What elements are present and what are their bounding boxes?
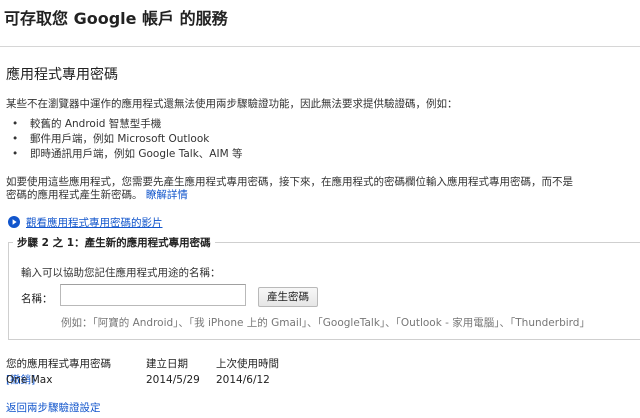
instructions-line-2-text: 密碼的應用程式產生新密碼。 xyxy=(6,189,143,201)
video-row: 觀看應用程式專用密碼的影片 xyxy=(8,216,163,230)
instructions-line-2: 密碼的應用程式產生新密碼。 瞭解詳情 xyxy=(6,189,640,202)
list-item-text: 較舊的 Android 智慧型手機 xyxy=(30,118,162,130)
list-item: • 即時通訊用戶端，例如 Google Talk、AIM 等 xyxy=(12,147,243,162)
password-name: One Max xyxy=(6,374,53,386)
step-fieldset: 步驟 2 之 1：產生新的應用程式專用密碼 輸入可以協助您記住應用程式用途的名稱… xyxy=(8,235,640,340)
watch-video-link[interactable]: 觀看應用程式專用密碼的影片 xyxy=(26,217,163,229)
bullet: • xyxy=(12,118,19,130)
table-row: One Max 2014/5/29 2014/6/12 [撤銷] xyxy=(6,372,270,388)
list-item: • 郵件用戶端，例如 Microsoft Outlook xyxy=(12,132,243,147)
step-hint: 輸入可以協助您記住應用程式用途的名稱： xyxy=(21,267,221,279)
list-item-text: 郵件用戶端，例如 Microsoft Outlook xyxy=(30,133,210,145)
play-circle-icon[interactable] xyxy=(8,216,20,228)
instructions-line-1: 如要使用這些應用程式，您需要先產生應用程式專用密碼，接下來，在應用程式的密碼欄位… xyxy=(6,176,573,188)
column-header-name: 您的應用程式專用密碼 xyxy=(6,358,111,370)
app-passwords-table: 您的應用程式專用密碼 建立日期 上次使用時間 One Max 2014/5/29… xyxy=(6,356,279,388)
column-header-created: 建立日期 xyxy=(146,358,188,370)
list-item-text: 即時通訊用戶端，例如 Google Talk、AIM 等 xyxy=(30,148,243,160)
name-examples: 例如：「阿寶的 Android」、「我 iPhone 上的 Gmail」、「Go… xyxy=(61,317,590,329)
instructions-paragraph: 如要使用這些應用程式，您需要先產生應用程式專用密碼，接下來，在應用程式的密碼欄位… xyxy=(6,176,640,202)
column-header-last-used: 上次使用時間 xyxy=(216,358,279,370)
table-header-row: 您的應用程式專用密碼 建立日期 上次使用時間 xyxy=(6,356,279,372)
name-label: 名稱： xyxy=(21,293,53,305)
header-divider xyxy=(0,46,640,47)
client-examples-list: • 較舊的 Android 智慧型手機 • 郵件用戶端，例如 Microsoft O… xyxy=(12,117,243,162)
generate-password-button[interactable]: 產生密碼 xyxy=(258,287,318,307)
back-to-2sv-link[interactable]: 返回兩步驟驗證設定 xyxy=(6,400,101,415)
step-legend: 步驟 2 之 1：產生新的應用程式專用密碼 xyxy=(13,235,215,250)
password-created-date: 2014/5/29 xyxy=(146,374,200,386)
bullet: • xyxy=(12,133,19,145)
intro-text: 某些不在瀏覽器中運作的應用程式還無法使用兩步驟驗證功能，因此無法要求提供驗證碼，… xyxy=(6,98,458,110)
password-last-used: 2014/6/12 xyxy=(216,374,270,386)
learn-more-link[interactable]: 瞭解詳情 xyxy=(146,189,188,201)
app-name-input[interactable] xyxy=(60,284,246,306)
page-title: 可存取您 Google 帳戶 的服務 xyxy=(4,9,228,28)
bullet: • xyxy=(12,148,19,160)
section-title: 應用程式專用密碼 xyxy=(6,67,118,83)
list-item: • 較舊的 Android 智慧型手機 xyxy=(12,117,243,132)
